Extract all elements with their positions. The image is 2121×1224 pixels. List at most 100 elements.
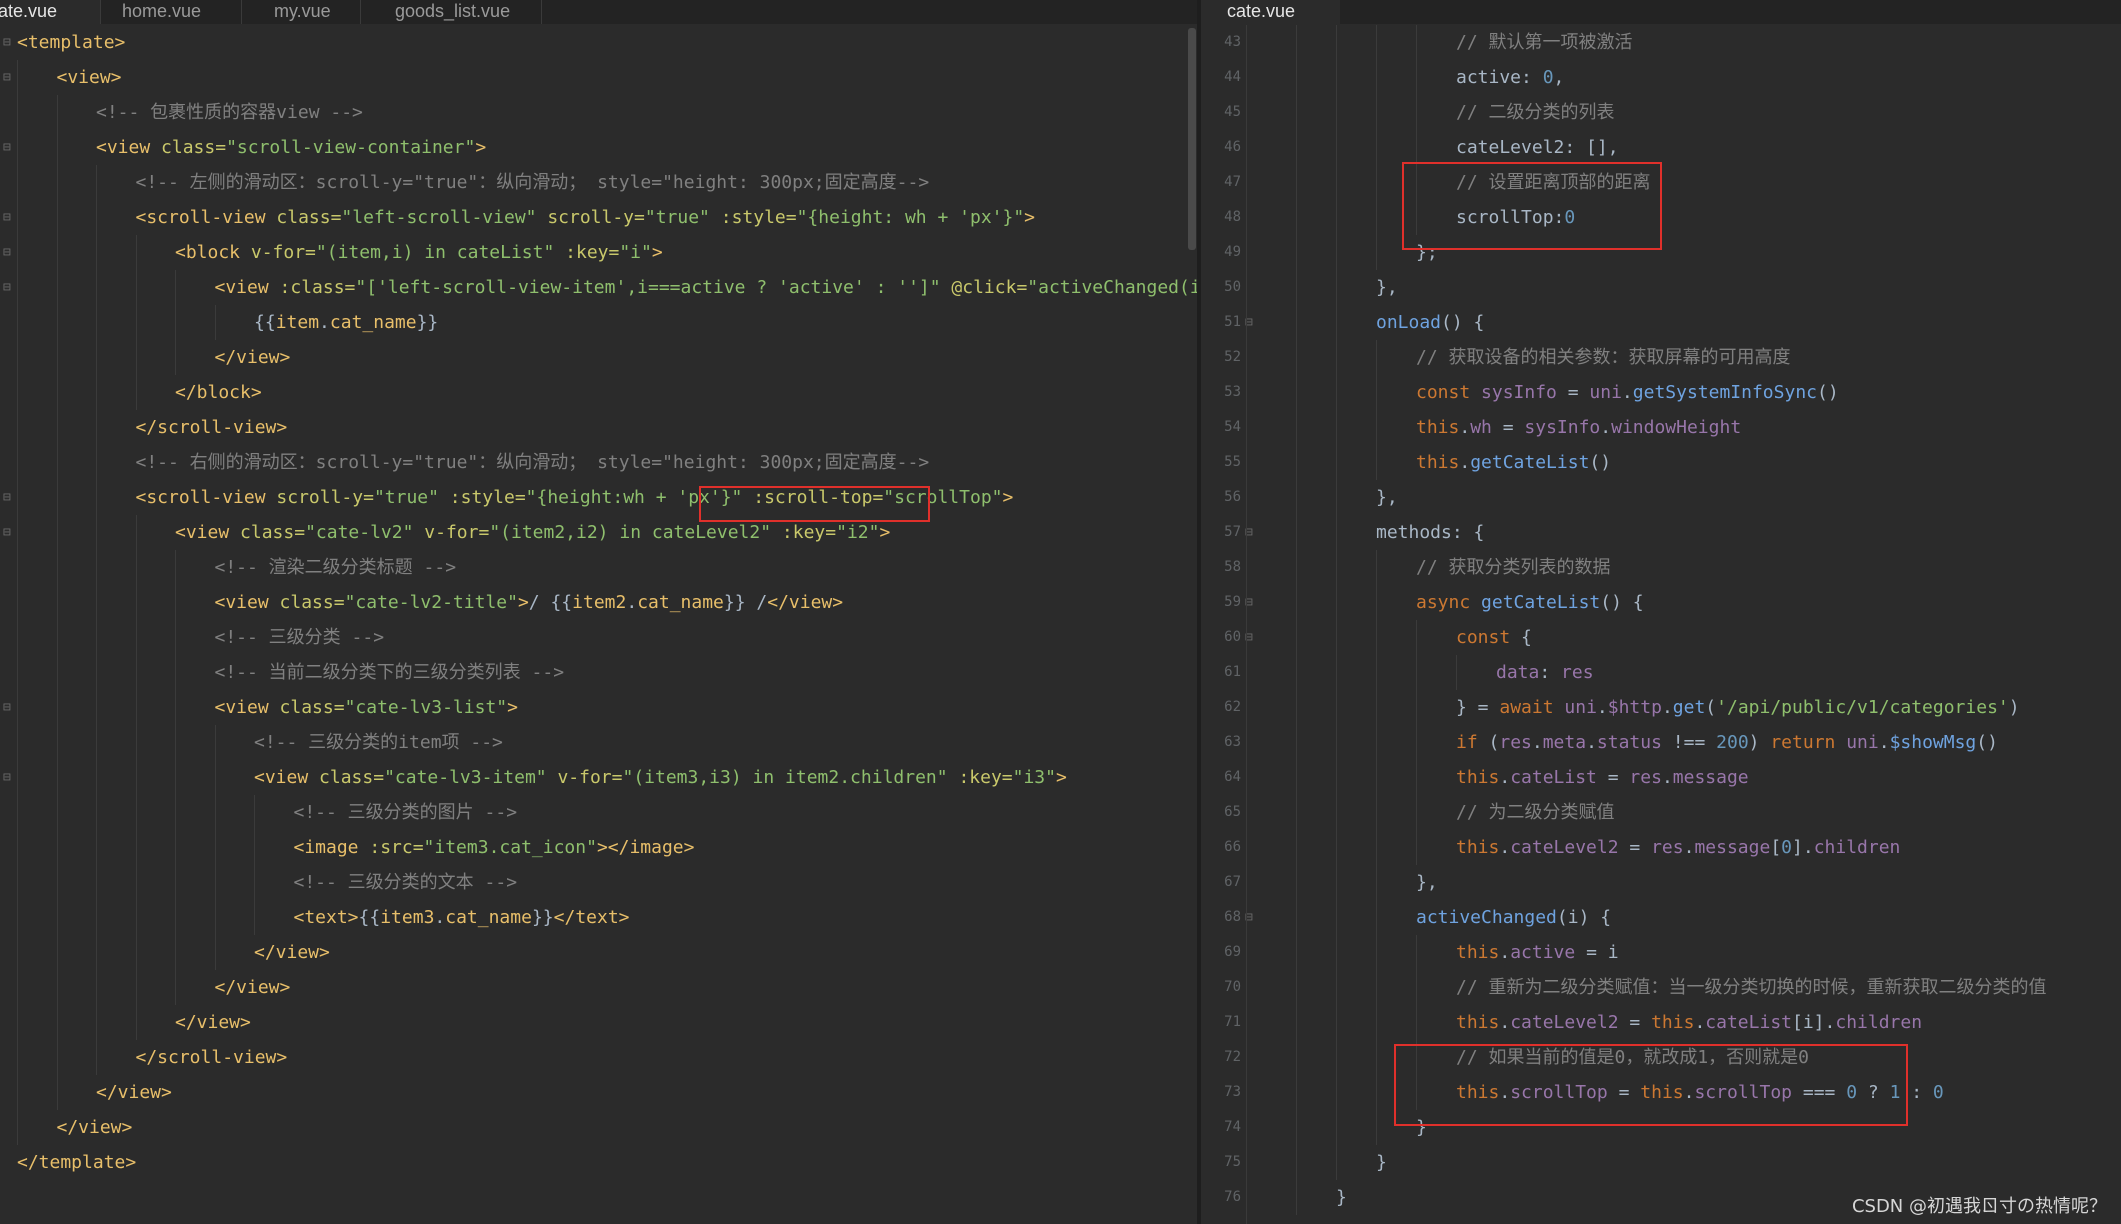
code-line[interactable]: </block> bbox=[0, 375, 1197, 410]
code-token: children bbox=[1813, 837, 1901, 858]
indent-guide bbox=[56, 795, 58, 830]
code-line[interactable]: </view> bbox=[0, 340, 1197, 375]
code-token: "true" bbox=[373, 487, 450, 508]
tab-home-vue[interactable]: home.vue bbox=[101, 0, 241, 24]
code-line[interactable]: 46 cateLevel2: [], bbox=[1201, 130, 2121, 165]
code-line[interactable]: 55 this.getCateList() bbox=[1201, 445, 2121, 480]
left-code-editor[interactable]: ⊟ <template> ⊟ <view> <!-- 包裹性质的容器view --> ⊟ <… bbox=[0, 25, 1197, 1224]
tab-cate-vue[interactable]: ate.vue bbox=[0, 0, 100, 24]
code-line[interactable]: </scroll-view> bbox=[0, 1040, 1197, 1075]
code-line[interactable]: 53 const sysInfo = uni.getSystemInfoSync(… bbox=[1201, 375, 2121, 410]
vertical-scrollbar[interactable] bbox=[1188, 28, 1196, 250]
code-line[interactable]: <!-- 右侧的滑动区：scroll-y="true"：纵向滑动； style=… bbox=[0, 445, 1197, 480]
indent-guide bbox=[1336, 550, 1337, 585]
code-line[interactable]: 54 this.wh = sysInfo.windowHeight bbox=[1201, 410, 2121, 445]
code-line[interactable]: 57 ⊟ methods: { bbox=[1201, 515, 2121, 550]
code-token: this bbox=[1416, 417, 1460, 438]
code-line[interactable]: <!-- 包裹性质的容器view --> bbox=[0, 95, 1197, 130]
code-line[interactable]: ⊟ <scroll-view class="left-scroll-view" s… bbox=[0, 200, 1197, 235]
code-line[interactable]: ⊟ <view :class="['left-scroll-view-item',… bbox=[0, 270, 1197, 305]
code-token: }, bbox=[1416, 872, 1438, 893]
code-line[interactable]: 64 this.cateList = res.message bbox=[1201, 760, 2121, 795]
fold-toggle-icon[interactable]: ⊟ bbox=[3, 270, 11, 305]
code-token: <!-- 三级分类 --> bbox=[214, 627, 385, 648]
tab-cate-vue-right[interactable]: cate.vue bbox=[1201, 0, 1340, 24]
code-line[interactable]: </view> bbox=[0, 970, 1197, 1005]
code-line[interactable]: </view> bbox=[0, 1075, 1197, 1110]
code-line[interactable]: ⊟ <template> bbox=[0, 25, 1197, 60]
code-line[interactable]: 66 this.cateLevel2 = res.message[0].child… bbox=[1201, 830, 2121, 865]
left-editor-pane[interactable]: ate.vue home.vue my.vue goods_list.vue ⊟… bbox=[0, 0, 1197, 1224]
code-line[interactable]: 75} bbox=[1201, 1145, 2121, 1180]
code-line[interactable]: </template> bbox=[0, 1145, 1197, 1180]
tab-my-vue[interactable]: my.vue bbox=[242, 0, 360, 24]
code-line[interactable]: ⊟ <scroll-view scroll-y="true" :style="{h… bbox=[0, 480, 1197, 515]
code-line[interactable]: 65 // 为二级分类赋值 bbox=[1201, 795, 2121, 830]
indent-guide bbox=[175, 830, 176, 865]
code-line[interactable]: {{item.cat_name}} bbox=[0, 305, 1197, 340]
code-line[interactable]: 52 // 获取设备的相关参数：获取屏幕的可用高度 bbox=[1201, 340, 2121, 375]
fold-toggle-icon[interactable]: ⊟ bbox=[3, 60, 11, 95]
code-line[interactable]: <text>{{item3.cat_name}}</text> bbox=[0, 900, 1197, 935]
fold-toggle-icon[interactable]: ⊟ bbox=[3, 235, 11, 270]
code-line[interactable]: 69 this.active = i bbox=[1201, 935, 2121, 970]
tab-goods-list-vue[interactable]: goods_list.vue bbox=[361, 0, 541, 24]
code-line[interactable]: 68 ⊟ activeChanged(i) { bbox=[1201, 900, 2121, 935]
code-line[interactable]: </view> bbox=[0, 1110, 1197, 1145]
code-line[interactable]: ⊟ <view class="cate-lv3-item" v-for="(ite… bbox=[0, 760, 1197, 795]
fold-toggle-icon[interactable]: ⊟ bbox=[3, 515, 11, 550]
code-line[interactable]: <!-- 三级分类 --> bbox=[0, 620, 1197, 655]
fold-toggle-icon[interactable]: ⊟ bbox=[3, 200, 11, 235]
indent-guide bbox=[1336, 95, 1337, 130]
code-line[interactable]: <!-- 三级分类的图片 --> bbox=[0, 795, 1197, 830]
code-line[interactable]: <!-- 三级分类的item项 --> bbox=[0, 725, 1197, 760]
code-line[interactable]: </view> bbox=[0, 1005, 1197, 1040]
highlight-box-scroll-top-data bbox=[1402, 162, 1662, 250]
code-line[interactable]: 44 active: 0, bbox=[1201, 60, 2121, 95]
code-line[interactable]: ⊟ <view class="cate-lv2" v-for="(item2,i2… bbox=[0, 515, 1197, 550]
code-line[interactable]: </view> bbox=[0, 935, 1197, 970]
fold-toggle-icon[interactable]: ⊟ bbox=[3, 480, 11, 515]
code-line[interactable]: <!-- 当前二级分类下的三级分类列表 --> bbox=[0, 655, 1197, 690]
code-line[interactable]: 67}, bbox=[1201, 865, 2121, 900]
code-line[interactable]: <!-- 渲染二级分类标题 --> bbox=[0, 550, 1197, 585]
code-line[interactable]: 43 // 默认第一项被激活 bbox=[1201, 25, 2121, 60]
indent-guide bbox=[135, 620, 137, 655]
code-line[interactable]: ⊟ <view class="cate-lv3-list"> bbox=[0, 690, 1197, 725]
code-token: 0 bbox=[1542, 67, 1554, 88]
indent-guide bbox=[56, 165, 58, 200]
code-line[interactable]: 60 ⊟ const { bbox=[1201, 620, 2121, 655]
code-line[interactable]: 56}, bbox=[1201, 480, 2121, 515]
code-line[interactable]: 50}, bbox=[1201, 270, 2121, 305]
code-line[interactable]: 59 ⊟ async getCateList() { bbox=[1201, 585, 2121, 620]
code-token: > bbox=[517, 592, 529, 613]
code-line[interactable]: <!-- 三级分类的文本 --> bbox=[0, 865, 1197, 900]
code-line[interactable]: 63 if (res.meta.status !== 200) return un… bbox=[1201, 725, 2121, 760]
indent-guide bbox=[96, 865, 97, 900]
line-number: 65 bbox=[1224, 804, 1241, 820]
code-line[interactable]: 71 this.cateLevel2 = this.cateList[i].chi… bbox=[1201, 1005, 2121, 1040]
code-line[interactable]: <view class="cate-lv2-title">/ {{item2.c… bbox=[0, 585, 1197, 620]
code-line[interactable]: </scroll-view> bbox=[0, 410, 1197, 445]
fold-toggle-icon[interactable]: ⊟ bbox=[3, 130, 11, 165]
code-line[interactable]: 51 ⊟ onLoad() { bbox=[1201, 305, 2121, 340]
tab-label: cate.vue bbox=[1227, 1, 1296, 21]
code-line[interactable]: 58 // 获取分类列表的数据 bbox=[1201, 550, 2121, 585]
code-token: <view bbox=[175, 522, 241, 543]
code-token: </block> bbox=[175, 382, 262, 403]
code-line[interactable]: <!-- 左侧的滑动区：scroll-y="true"：纵向滑动； style=… bbox=[0, 165, 1197, 200]
code-line[interactable]: ⊟ <view> bbox=[0, 60, 1197, 95]
code-line[interactable]: 70 // 重新为二级分类赋值：当一级分类切换的时候，重新获取二级分类的值 bbox=[1201, 970, 2121, 1005]
fold-toggle-icon[interactable]: ⊟ bbox=[3, 760, 11, 795]
code-token: } bbox=[1376, 1152, 1387, 1173]
code-line[interactable]: 62} = await uni.$http.get('/api/public/v… bbox=[1201, 690, 2121, 725]
fold-toggle-icon[interactable]: ⊟ bbox=[3, 690, 11, 725]
code-line[interactable]: 45 // 二级分类的列表 bbox=[1201, 95, 2121, 130]
code-line[interactable]: ⊟ <view class="scroll-view-container"> bbox=[0, 130, 1197, 165]
code-token: uni bbox=[1564, 697, 1597, 718]
fold-toggle-icon[interactable]: ⊟ bbox=[3, 25, 11, 60]
code-line[interactable]: <image :src="item3.cat_icon"></image> bbox=[0, 830, 1197, 865]
code-line[interactable]: 61 data: res bbox=[1201, 655, 2121, 690]
indent-guide bbox=[1296, 130, 1297, 165]
code-line[interactable]: ⊟ <block v-for="(item,i) in cateList" :ke… bbox=[0, 235, 1197, 270]
